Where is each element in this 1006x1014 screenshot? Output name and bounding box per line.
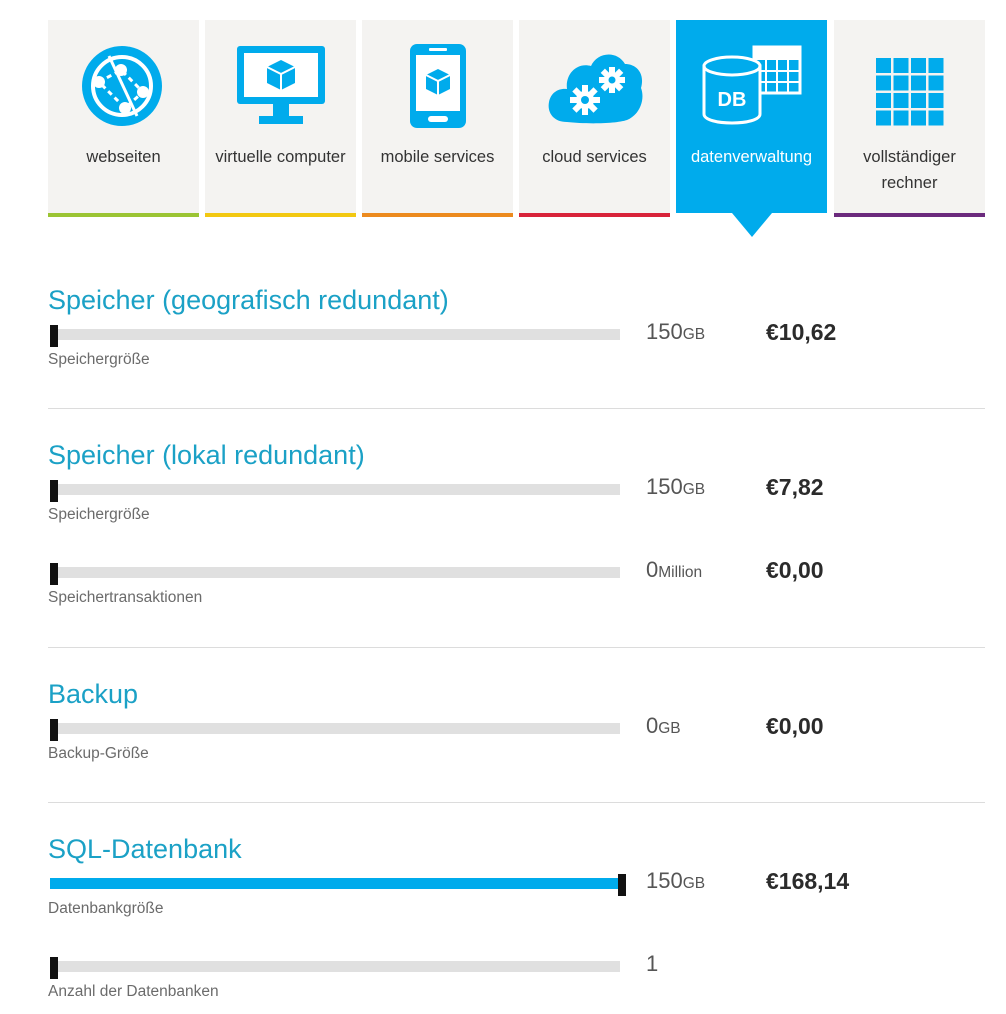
quantity-number: 1: [646, 951, 659, 976]
tab-label: mobile services: [380, 148, 495, 166]
tab-underline: [519, 213, 670, 217]
price-value: €168,14: [766, 868, 850, 894]
tab-cloud-services[interactable]: cloud services: [519, 20, 670, 217]
quantity-number: 150: [646, 868, 683, 893]
quantity-number: 0: [646, 713, 659, 738]
tab-webseiten[interactable]: webseiten: [48, 20, 199, 217]
tab-datenverwaltung[interactable]: DB datenverwaltung: [676, 20, 827, 237]
tab-label: datenverwaltung: [690, 148, 813, 166]
tab-mobile-services[interactable]: mobile services: [362, 20, 513, 217]
slider-handle[interactable]: [50, 957, 58, 979]
tab-label: virtuelle computer: [215, 148, 346, 166]
tab-underline: [48, 213, 199, 217]
globe-icon: [48, 42, 199, 132]
divider: [48, 647, 985, 648]
price-value: €0,00: [766, 557, 824, 583]
quantity-value: 150GB: [646, 472, 705, 505]
tab-underline: [834, 213, 985, 217]
tab-label: webseiten: [86, 148, 161, 166]
section-backup: Backup Backup-Größe 0GB €0,00: [48, 678, 985, 788]
tab-underline: [205, 213, 356, 217]
slider-handle[interactable]: [618, 874, 626, 896]
divider: [48, 408, 985, 409]
divider: [48, 802, 985, 803]
slider-row: Speichergröße 150GB €10,62: [48, 317, 985, 377]
slider-label: Anzahl der Datenbanken: [48, 983, 219, 1000]
slider-label: Speichertransaktionen: [48, 589, 203, 606]
slider-track[interactable]: [50, 874, 626, 896]
section-title: Backup: [48, 679, 139, 709]
slider-handle[interactable]: [50, 563, 58, 585]
calculator-grid-icon: [834, 42, 985, 132]
section-title: Speicher (geografisch redundant): [48, 285, 449, 315]
cloud-gears-icon: [519, 42, 670, 132]
quantity-value: 150GB: [646, 866, 705, 899]
slider-track[interactable]: [50, 325, 620, 347]
active-tab-pointer: [731, 213, 772, 237]
tab-label: vollständiger rechner: [863, 148, 956, 192]
monitor-icon: [205, 42, 356, 132]
quantity-unit: GB: [658, 720, 681, 737]
quantity-unit: GB: [682, 481, 706, 498]
slider-track[interactable]: [50, 563, 620, 585]
slider-fill: [50, 878, 620, 889]
price-value: €10,62: [766, 319, 837, 345]
quantity-number: 150: [646, 319, 683, 344]
slider-label: Speichergröße: [48, 351, 150, 368]
price-value: €0,00: [766, 713, 824, 739]
slider-label: Backup-Größe: [48, 745, 149, 762]
slider-row: Datenbankgröße 150GB €168,14: [48, 866, 985, 926]
slider-row: Backup-Größe 0GB €0,00: [48, 711, 985, 771]
slider-track[interactable]: [50, 957, 620, 979]
section-storage-geo: Speicher (geografisch redundant) Speiche…: [48, 284, 985, 404]
tab-underline: [362, 213, 513, 217]
quantity-value: 1: [646, 949, 658, 982]
section-storage-local: Speicher (lokal redundant) Speichergröße…: [48, 439, 985, 639]
quantity-unit: GB: [682, 326, 706, 343]
tab-virtuelle-computer[interactable]: virtuelle computer: [205, 20, 356, 217]
price-value: €7,82: [766, 474, 824, 500]
service-tabs: webseiten virtuelle computer mobile serv…: [48, 20, 985, 240]
slider-handle[interactable]: [50, 480, 58, 502]
tab-vollstaendiger-rechner[interactable]: vollständiger rechner: [834, 20, 985, 217]
slider-row: Anzahl der Datenbanken 1: [48, 949, 985, 1009]
slider-row: Speichergröße 150GB €7,82: [48, 472, 985, 532]
quantity-number: 0: [646, 557, 659, 582]
section-title: SQL-Datenbank: [48, 834, 242, 864]
quantity-number: 150: [646, 474, 683, 499]
section-title: Speicher (lokal redundant): [48, 440, 365, 470]
quantity-unit: GB: [682, 875, 706, 892]
section-sql-database: SQL-Datenbank Datenbankgröße 150GB €168,…: [48, 833, 985, 1013]
slider-row: Speichertransaktionen 0Million €0,00: [48, 555, 985, 615]
quantity-value: 150GB: [646, 317, 705, 350]
database-icon: DB: [676, 42, 827, 132]
quantity-value: 0GB: [646, 711, 681, 744]
slider-label: Datenbankgröße: [48, 900, 164, 917]
svg-text:DB: DB: [717, 89, 746, 111]
tab-label: cloud services: [542, 148, 647, 166]
slider-track[interactable]: [50, 719, 620, 741]
slider-handle[interactable]: [50, 719, 58, 741]
mobile-phone-icon: [362, 42, 513, 132]
quantity-unit: Million: [658, 564, 703, 581]
slider-track[interactable]: [50, 480, 620, 502]
quantity-value: 0Million: [646, 555, 702, 588]
slider-label: Speichergröße: [48, 506, 150, 523]
slider-handle[interactable]: [50, 325, 58, 347]
